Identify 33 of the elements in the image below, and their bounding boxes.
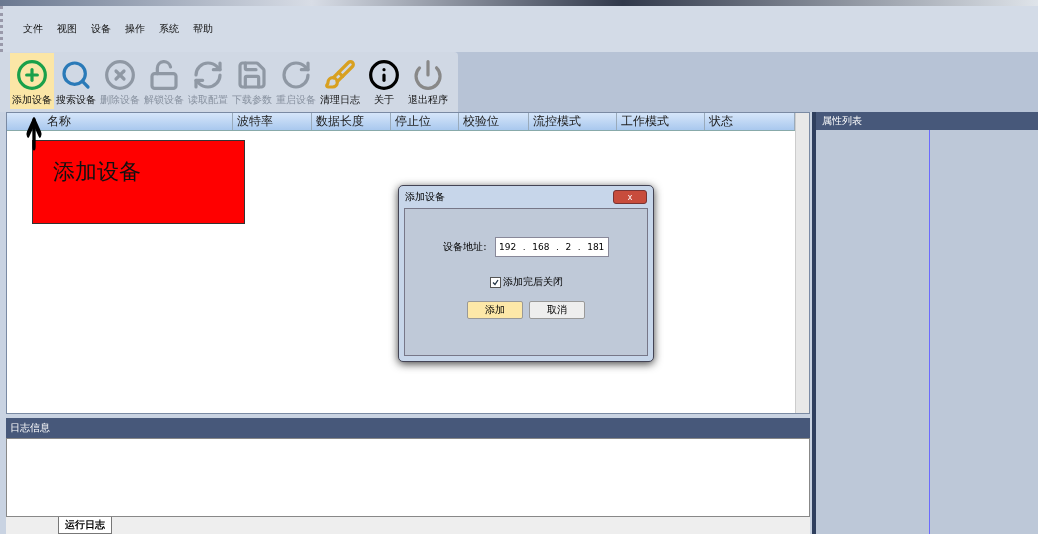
dialog-button[interactable]: 取消 [529, 301, 585, 319]
annotation-label: 添加设备 [32, 140, 245, 224]
column-header[interactable]: 停止位 [391, 113, 459, 130]
ip-separator: . [522, 242, 526, 252]
column-header[interactable]: 校验位 [459, 113, 529, 130]
menu-item[interactable]: 帮助 [193, 22, 213, 36]
close-after-add-checkbox[interactable]: 添加完后关闭 [489, 275, 563, 289]
ip-separator: . [577, 242, 581, 252]
toolbar-button[interactable]: 关于 [362, 53, 406, 109]
toolbar-button[interactable]: 添加设备 [10, 53, 54, 109]
log-tab[interactable]: 运行日志 [58, 517, 112, 534]
menu-item[interactable]: 文件 [23, 22, 43, 36]
menu-item[interactable]: 设备 [91, 22, 111, 36]
toolbar-button[interactable]: 退出程序 [406, 53, 450, 109]
ip-address-field[interactable]: 192 . 168 . 2 . 181 [494, 237, 609, 257]
column-header[interactable]: 名称 [7, 113, 233, 130]
menu-item[interactable]: 系统 [159, 22, 179, 36]
column-header[interactable]: 波特率 [233, 113, 312, 130]
menu-item[interactable]: 视图 [57, 22, 77, 36]
dialog-button[interactable]: 添加 [467, 301, 523, 319]
column-header[interactable]: 流控模式 [529, 113, 617, 130]
column-header[interactable]: 工作模式 [617, 113, 705, 130]
column-header[interactable]: 数据长度 [312, 113, 391, 130]
field-label: 设备地址: [443, 240, 487, 254]
ip-separator: . [555, 242, 559, 252]
panel-title: 日志信息 [6, 418, 810, 438]
checkbox-label: 添加完后关闭 [502, 275, 563, 289]
close-button[interactable]: x [613, 190, 647, 204]
toolbar-button[interactable]: 清理日志 [318, 53, 362, 109]
toolbar-button[interactable]: 搜索设备 [54, 53, 98, 109]
menu-item[interactable]: 操作 [125, 22, 145, 36]
panel-title: 属性列表 [816, 112, 1038, 130]
dialog-title: 添加设备 [405, 190, 445, 204]
